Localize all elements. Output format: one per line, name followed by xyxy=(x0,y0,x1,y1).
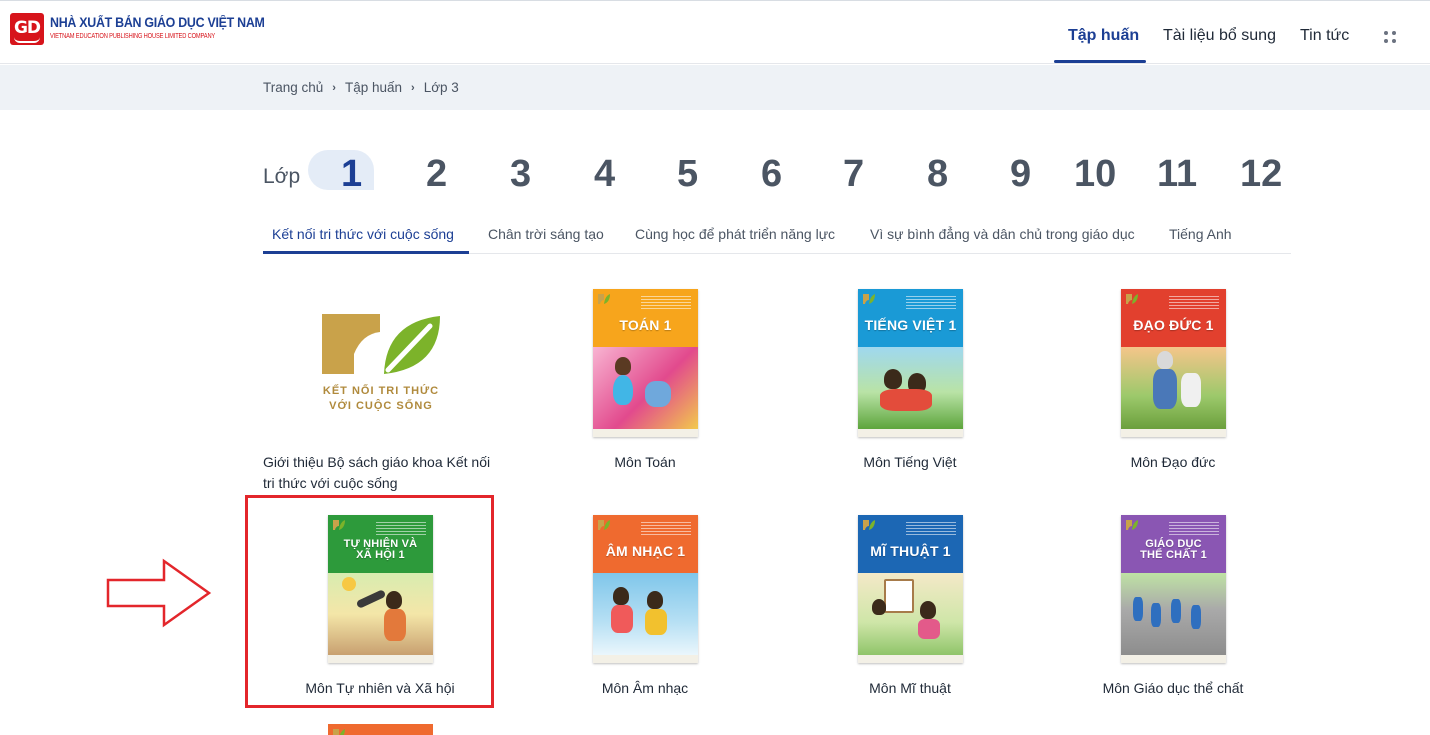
tab-vi-su-binh-dang[interactable]: Vì sự bình đẳng và dân chủ trong giáo dụ… xyxy=(870,226,1135,242)
leaf-icon xyxy=(863,520,875,530)
leaf-icon xyxy=(863,294,875,304)
book-cover-mi-thuat[interactable]: MĨ THUẬT 1 xyxy=(858,515,963,663)
leaf-icon xyxy=(333,520,345,530)
book-title-giao-duc-the-chat[interactable]: Môn Giáo dục thể chất xyxy=(1083,678,1263,699)
publisher-english-name: VIETNAM EDUCATION PUBLISHING HOUSE LIMIT… xyxy=(50,33,216,40)
grade-9[interactable]: 9 xyxy=(1010,150,1031,198)
breadcrumb-bar xyxy=(0,65,1430,110)
book-title-dao-duc[interactable]: Môn Đạo đức xyxy=(1093,452,1253,473)
leaf-icon xyxy=(333,729,345,735)
logo-text-line2: VỚI CUỘC SỐNG xyxy=(329,400,433,412)
book-icon xyxy=(14,37,40,43)
chevron-right-icon: › xyxy=(332,81,336,94)
book-cover-dao-duc[interactable]: ĐẠO ĐỨC 1 xyxy=(1121,289,1226,437)
cover-title: TỰ NHIÊN VÀ XÃ HỘI 1 xyxy=(343,538,418,561)
grid-dots-icon[interactable] xyxy=(1384,31,1398,45)
nav-tin-tuc[interactable]: Tin tức xyxy=(1300,27,1349,45)
book-cover-am-nhac[interactable]: ÂM NHẠC 1 xyxy=(593,515,698,663)
cover-title: ÂM NHẠC 1 xyxy=(605,543,686,559)
book-title-tieng-viet[interactable]: Môn Tiếng Việt xyxy=(830,452,990,473)
breadcrumb-current: Lớp 3 xyxy=(423,80,459,95)
breadcrumb: Trang chủ › Tập huấn › Lớp 3 xyxy=(263,80,459,95)
book-cover-next-row[interactable] xyxy=(328,724,433,735)
leaf-icon xyxy=(1126,520,1138,530)
cover-title: ĐẠO ĐỨC 1 xyxy=(1133,317,1214,333)
cover-title: TOÁN 1 xyxy=(619,317,672,333)
grade-6[interactable]: 6 xyxy=(761,150,782,198)
nav-tai-lieu-bo-sung[interactable]: Tài liệu bổ sung xyxy=(1163,27,1276,45)
nav-tap-huan[interactable]: Tập huấn xyxy=(1068,27,1139,45)
ket-noi-tri-thuc-logo[interactable] xyxy=(318,308,444,388)
grade-10[interactable]: 10 xyxy=(1074,150,1116,198)
breadcrumb-home[interactable]: Trang chủ xyxy=(263,80,323,95)
book-title-tu-nhien-xa-hoi[interactable]: Môn Tự nhiên và Xã hội xyxy=(290,678,470,699)
breadcrumb-tap-huan[interactable]: Tập huấn xyxy=(345,80,402,95)
book-cover-giao-duc-the-chat[interactable]: GIÁO DỤC THỂ CHẤT 1 xyxy=(1121,515,1226,663)
book-title-am-nhac[interactable]: Môn Âm nhạc xyxy=(565,678,725,699)
tab-cung-hoc[interactable]: Cùng học để phát triển năng lực xyxy=(635,226,835,242)
chevron-right-icon: › xyxy=(411,81,415,94)
intro-card-title[interactable]: Giới thiệu Bộ sách giáo khoa Kết nối tri… xyxy=(263,452,503,494)
grade-7[interactable]: 7 xyxy=(843,150,864,198)
cover-title: GIÁO DỤC THỂ CHẤT 1 xyxy=(1140,538,1207,561)
grade-label: Lớp xyxy=(263,165,301,188)
book-cover-tu-nhien-xa-hoi[interactable]: TỰ NHIÊN VÀ XÃ HỘI 1 xyxy=(328,515,433,663)
book-title-mi-thuat[interactable]: Môn Mĩ thuật xyxy=(830,678,990,699)
leaf-icon xyxy=(598,520,610,530)
tab-chan-troi-sang-tao[interactable]: Chân trời sáng tạo xyxy=(488,226,604,242)
grade-5[interactable]: 5 xyxy=(677,150,698,198)
publisher-logo[interactable]: GD NHÀ XUẤT BẢN GIÁO DỤC VIỆT NAM VIETNA… xyxy=(10,13,265,57)
top-header: GD NHÀ XUẤT BẢN GIÁO DỤC VIỆT NAM VIETNA… xyxy=(0,0,1430,64)
active-tab-indicator xyxy=(263,251,469,254)
active-nav-indicator xyxy=(1054,60,1146,63)
book-cover-tieng-viet[interactable]: TIẾNG VIỆT 1 xyxy=(858,289,963,437)
cover-title: MĨ THUẬT 1 xyxy=(870,543,951,559)
arrow-right-icon xyxy=(106,558,212,628)
grade-11[interactable]: 11 xyxy=(1157,150,1197,198)
grade-4[interactable]: 4 xyxy=(594,150,615,198)
book-title-toan[interactable]: Môn Toán xyxy=(565,452,725,473)
grade-12[interactable]: 12 xyxy=(1240,150,1282,198)
grade-2[interactable]: 2 xyxy=(426,150,447,198)
tab-tieng-anh[interactable]: Tiếng Anh xyxy=(1169,226,1232,242)
grade-3[interactable]: 3 xyxy=(510,150,531,198)
cover-title: TIẾNG VIỆT 1 xyxy=(864,317,957,333)
leaf-icon xyxy=(1126,294,1138,304)
leaf-icon xyxy=(598,294,610,304)
grade-8[interactable]: 8 xyxy=(927,150,948,198)
grade-1[interactable]: 1 xyxy=(341,150,362,198)
book-cover-toan[interactable]: TOÁN 1 xyxy=(593,289,698,437)
tab-ket-noi-tri-thuc[interactable]: Kết nối tri thức với cuộc sống xyxy=(272,226,454,242)
publisher-name: NHÀ XUẤT BẢN GIÁO DỤC VIỆT NAM xyxy=(50,15,265,30)
logo-text-line1: KẾT NỐI TRI THỨC xyxy=(322,385,440,397)
